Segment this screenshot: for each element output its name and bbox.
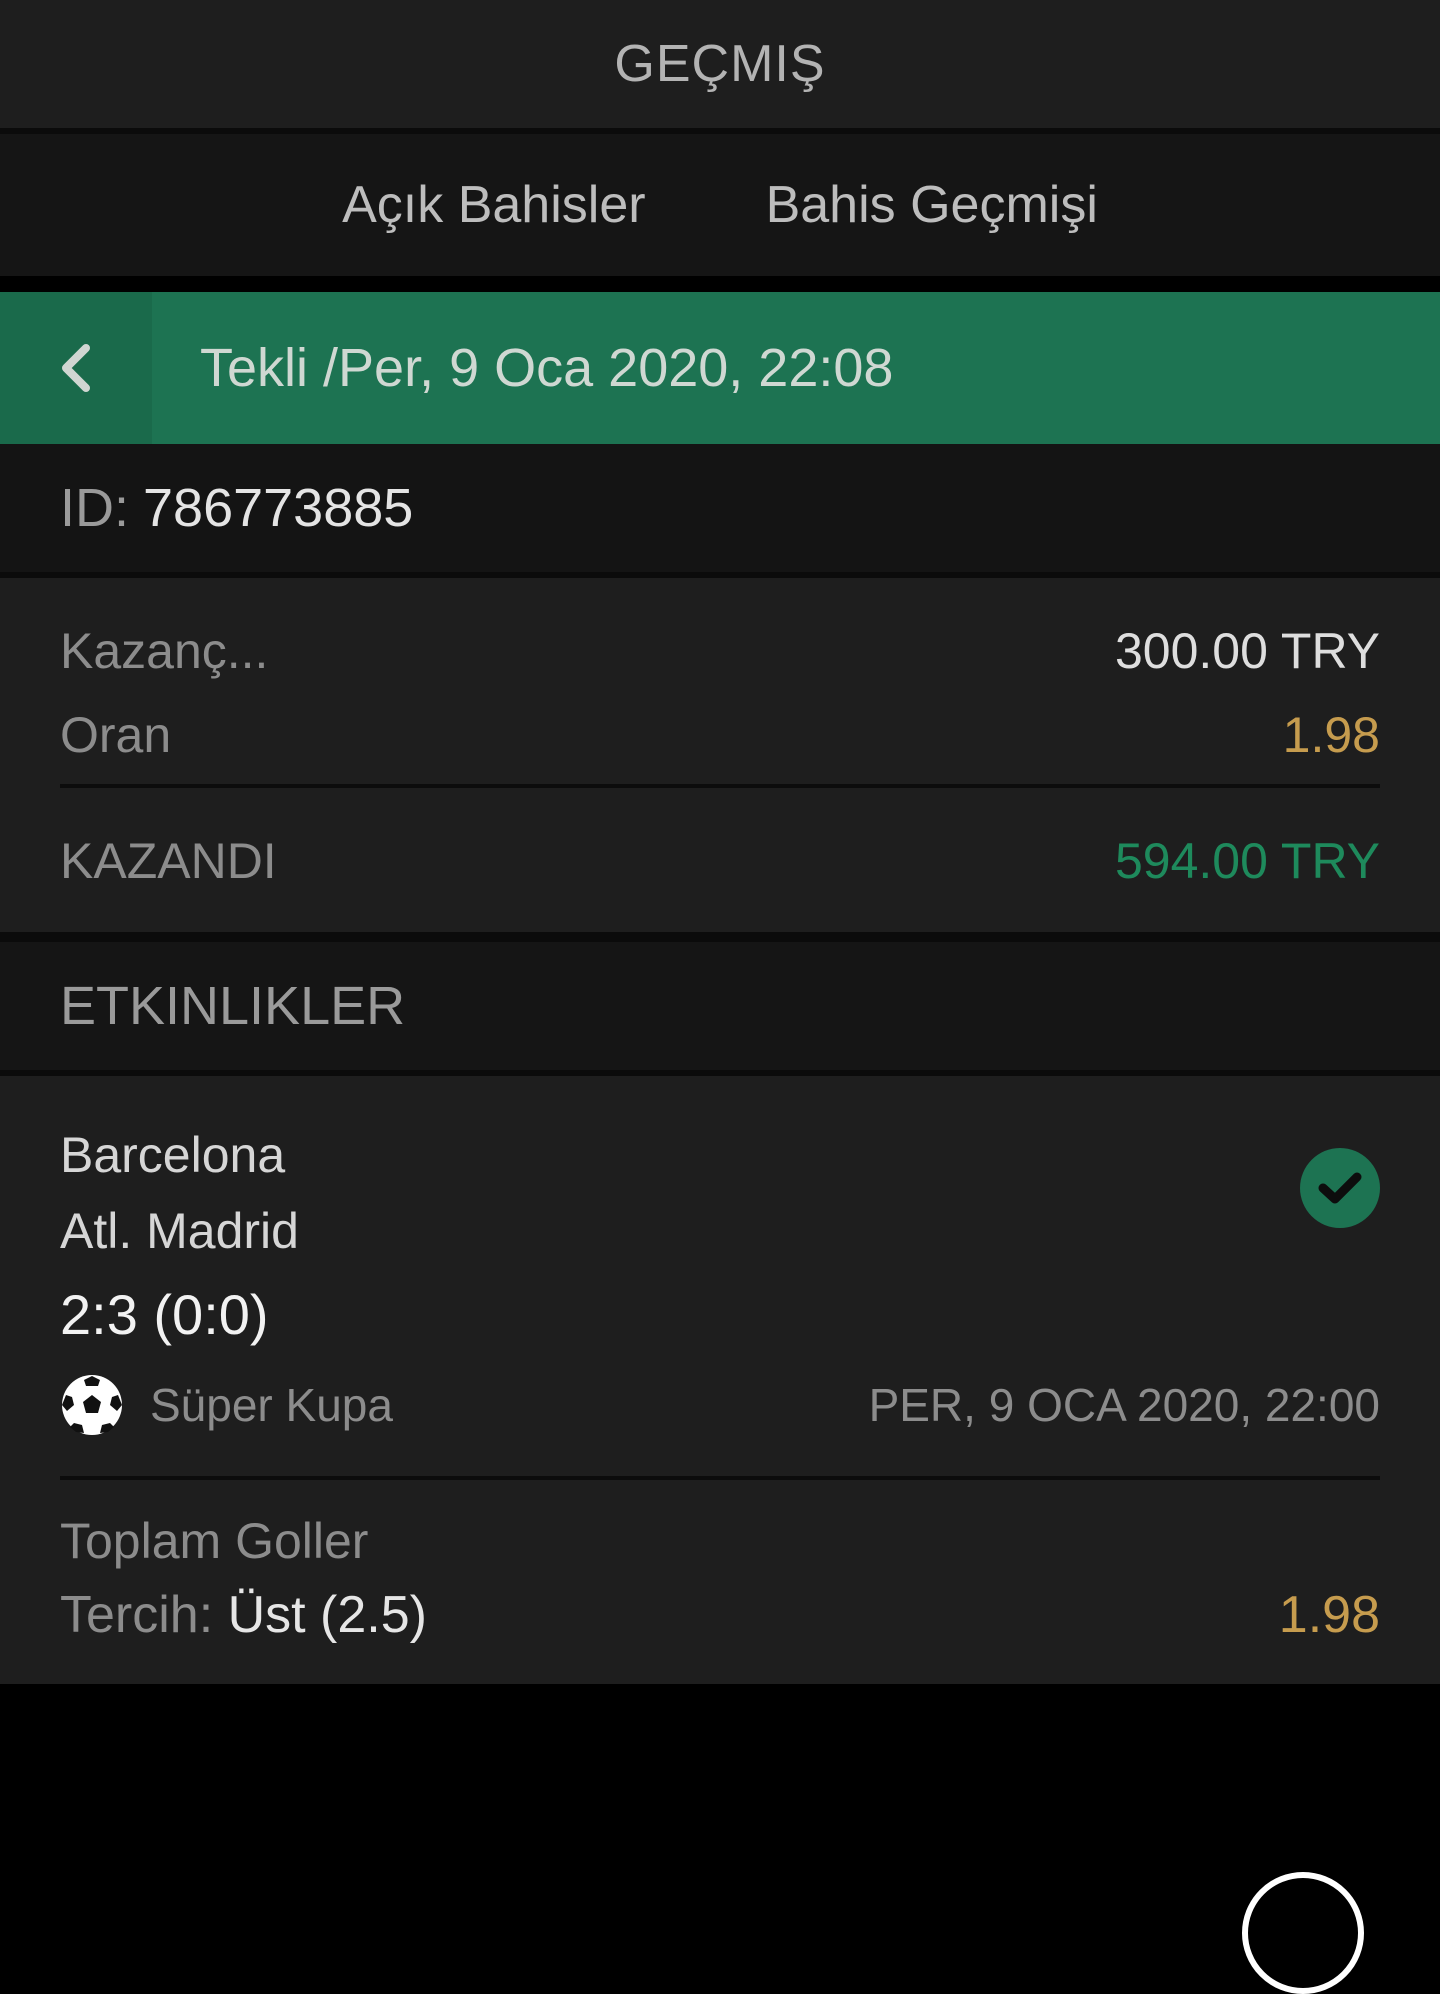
divider [0, 932, 1440, 942]
selection-odds: 1.98 [1278, 1586, 1380, 1644]
selection: Tercih: Üst (2.5) [60, 1585, 427, 1645]
events-header: ETKINLIKLER [0, 942, 1440, 1070]
page-header: GEÇMIŞ [0, 0, 1440, 128]
market-name: Toplam Goller [60, 1513, 369, 1569]
events-header-label: ETKINLIKLER [60, 976, 406, 1036]
bet-title: Tekli /Per, 9 Oca 2020, 22:08 [200, 338, 894, 398]
bet-summary: Kazanç... 300.00 TRY Oran 1.98 KAZANDI 5… [0, 578, 1440, 932]
league-info: Süper Kupa [60, 1373, 393, 1437]
event-date: PER, 9 OCA 2020, 22:00 [868, 1379, 1380, 1431]
result-label: KAZANDI [60, 833, 277, 889]
divider [0, 276, 1440, 292]
bet-id-row: ID: 786773885 [0, 444, 1440, 572]
odds-label: Oran [60, 707, 172, 763]
away-team: Atl. Madrid [60, 1203, 299, 1259]
divider [60, 784, 1380, 788]
odds-row: Oran 1.98 [60, 702, 1380, 768]
event-item[interactable]: Barcelona Atl. Madrid 2:3 (0:0) Süper Ku… [0, 1076, 1440, 1684]
odds-value: 1.98 [1282, 707, 1380, 763]
selection-label: Tercih: [60, 1586, 214, 1644]
back-button[interactable] [0, 292, 152, 444]
check-circle-icon [1300, 1148, 1380, 1228]
bet-title-bar: Tekli /Per, 9 Oca 2020, 22:08 [0, 292, 1440, 444]
tab-bet-history[interactable]: Bahis Geçmişi [706, 134, 1158, 276]
stake-label: Kazanç... [60, 623, 269, 679]
soccer-ball-icon [62, 1375, 122, 1435]
stake-value: 300.00 TRY [1114, 623, 1380, 679]
chat-button[interactable] [1242, 1872, 1364, 1994]
tab-bar: Açık Bahisler Bahis Geçmişi [0, 134, 1440, 276]
league-row: Süper Kupa PER, 9 OCA 2020, 22:00 [60, 1372, 1380, 1438]
bet-id-value: 786773885 [143, 478, 414, 538]
page-title: GEÇMIŞ [614, 35, 826, 93]
selection-row: Tercih: Üst (2.5) 1.98 [60, 1580, 1380, 1650]
result-value: 594.00 TRY [1114, 833, 1380, 889]
result-row: KAZANDI 594.00 TRY [60, 828, 1380, 894]
divider [60, 1476, 1380, 1480]
stake-row: Kazanç... 300.00 TRY [60, 618, 1380, 684]
bottom-area [0, 1684, 1440, 1920]
chevron-left-icon [62, 344, 90, 392]
match-score: 2:3 (0:0) [60, 1283, 269, 1346]
league-name: Süper Kupa [150, 1379, 393, 1431]
tab-open-bets[interactable]: Açık Bahisler [282, 134, 705, 276]
home-team: Barcelona [60, 1127, 286, 1183]
bet-id-label: ID: [60, 478, 130, 538]
selection-value: Üst (2.5) [227, 1586, 427, 1644]
